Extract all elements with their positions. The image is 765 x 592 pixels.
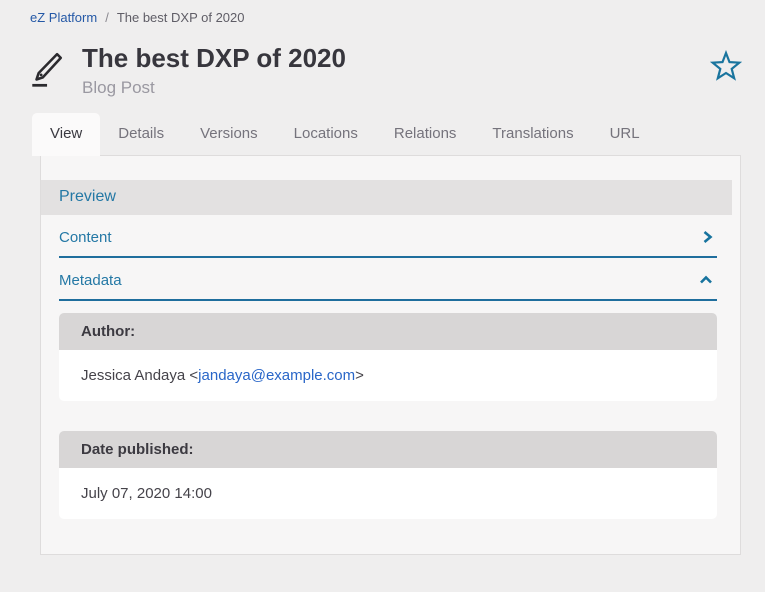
tab-translations[interactable]: Translations (474, 113, 591, 155)
author-field-label: Author: (59, 313, 717, 350)
chevron-up-icon (699, 275, 713, 285)
date-published-field-label: Date published: (59, 431, 717, 468)
tab-view[interactable]: View (32, 113, 100, 156)
date-published-card: Date published: July 07, 2020 14:00 (59, 431, 717, 519)
breadcrumb-home-link[interactable]: eZ Platform (30, 10, 97, 25)
view-tab-panel: Preview Content Metadata Author: (40, 155, 741, 555)
tab-versions[interactable]: Versions (182, 113, 276, 155)
tab-details[interactable]: Details (100, 113, 182, 155)
content-type-label: Blog Post (82, 78, 710, 98)
tab-url[interactable]: URL (592, 113, 658, 155)
content-tabs: View Details Versions Locations Relation… (32, 113, 765, 155)
breadcrumb-current: The best DXP of 2020 (117, 10, 245, 25)
breadcrumb-separator: / (105, 10, 109, 25)
chevron-right-icon (702, 230, 713, 244)
author-email-link[interactable]: jandaya@example.com (198, 367, 355, 384)
author-field-value: Jessica Andaya <jandaya@example.com> (59, 350, 717, 401)
panel-inner: Content Metadata Author: Jessica Andaya … (41, 215, 740, 519)
breadcrumb: eZ Platform / The best DXP of 2020 (0, 0, 765, 25)
section-metadata-label: Metadata (59, 272, 122, 289)
section-header-content[interactable]: Content (59, 215, 717, 258)
author-name-suffix: > (355, 367, 364, 384)
preview-label: Preview (59, 188, 116, 205)
title-block: The best DXP of 2020 Blog Post (82, 44, 710, 98)
content-header: The best DXP of 2020 Blog Post (0, 25, 765, 98)
author-card: Author: Jessica Andaya <jandaya@example.… (59, 313, 717, 401)
preview-bar: Preview (41, 180, 732, 215)
section-content-label: Content (59, 229, 112, 246)
tab-relations[interactable]: Relations (376, 113, 475, 155)
section-header-metadata[interactable]: Metadata (59, 258, 717, 301)
author-name-prefix: Jessica Andaya < (81, 367, 198, 384)
star-outline-icon (710, 70, 742, 85)
pen-edit-icon (27, 49, 65, 96)
tab-locations[interactable]: Locations (276, 113, 376, 155)
date-published-field-value: July 07, 2020 14:00 (59, 468, 717, 519)
bookmark-button[interactable] (710, 50, 742, 85)
page-title: The best DXP of 2020 (82, 44, 710, 74)
